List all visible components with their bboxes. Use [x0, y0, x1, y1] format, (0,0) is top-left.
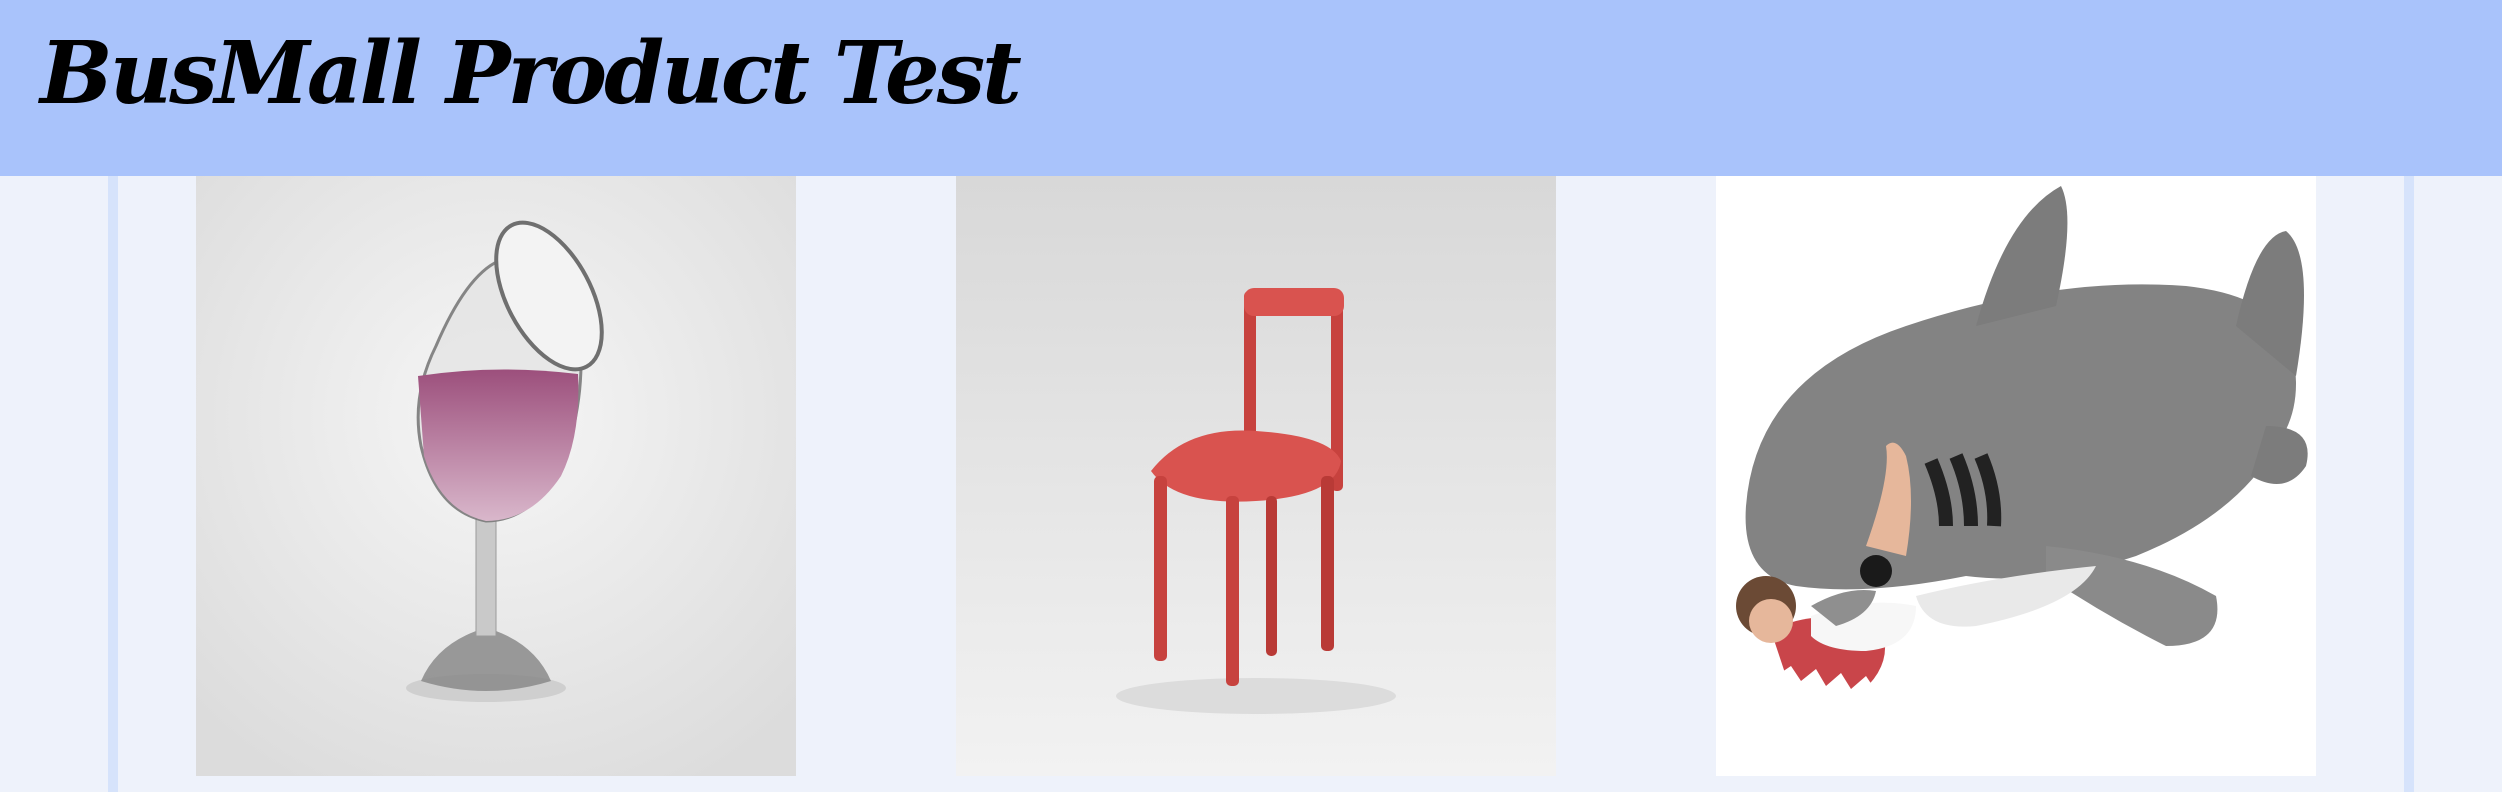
chair-image [956, 176, 1556, 776]
product-image-chair[interactable] [956, 176, 1556, 776]
page-header: BusMall Product Test [0, 0, 2502, 176]
shark-image [1716, 176, 2316, 776]
page-title: BusMall Product Test [40, 23, 1022, 124]
wine-glass-image [196, 176, 796, 776]
product-area [108, 176, 2414, 792]
product-image-shark-sleeping-bag[interactable] [1716, 176, 2316, 776]
product-image-wine-glass[interactable] [196, 176, 796, 776]
